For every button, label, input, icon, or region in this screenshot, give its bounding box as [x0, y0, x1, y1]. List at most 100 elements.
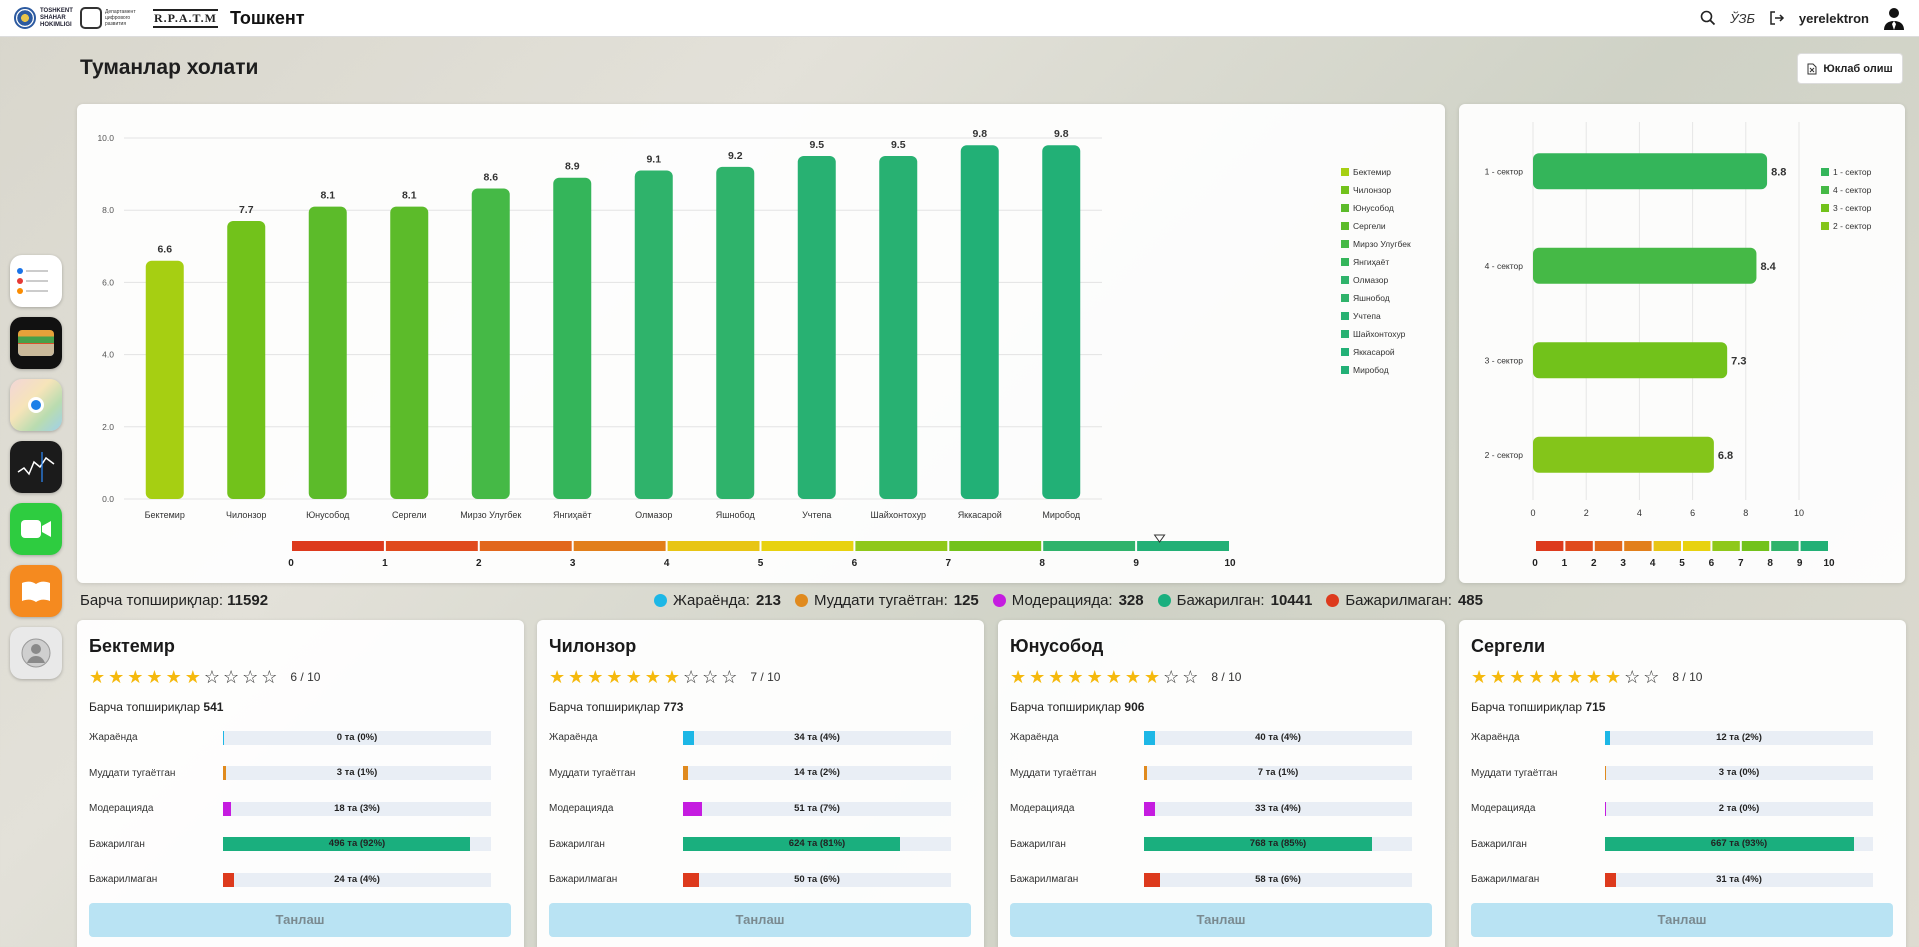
bar-value-label: 9.5 [809, 139, 824, 151]
status-stat: Бажарилмаган: 485 [1326, 592, 1483, 609]
legend-swatch [1341, 168, 1349, 176]
status-stat: Муддати тугаётган: 125 [794, 592, 979, 609]
scale-label: 9 [1797, 558, 1803, 569]
select-district-button[interactable]: Танлаш [1471, 902, 1893, 937]
x-tick-label: Чилонзор [226, 510, 266, 520]
metric-progress-bar: 18 та (3%) [223, 801, 491, 816]
top-right-actions: ЎЗБ yerelektron [1700, 6, 1905, 30]
scale-label: 10 [1224, 558, 1236, 569]
reminders-icon[interactable] [10, 255, 62, 307]
status-label: Жараёнда: [673, 592, 750, 609]
scale-segment [855, 541, 948, 551]
facetime-icon[interactable] [10, 503, 62, 555]
y-tick-label: 6.0 [102, 277, 114, 287]
star-filled-icon: ★ [644, 667, 661, 687]
metric-label: Бажарилган [1471, 838, 1527, 850]
district-tasks-total: Барча топшириқлар 906 [1010, 700, 1433, 714]
scale-label: 0 [288, 558, 294, 569]
legend-label: Олмазор [1353, 275, 1388, 285]
department-logo[interactable]: Департамент цифрового развития [80, 7, 143, 29]
bar [145, 260, 184, 499]
y-tick-label: 2 - сектор [1485, 450, 1524, 460]
district-card: Сергели ★ ★ ★ ★ ★ ★ ★ ★ ☆ ☆ 8 / 10 Барча топшириқлар… [1459, 620, 1906, 947]
ratm-logo[interactable]: R.P.A.T.M [153, 8, 218, 28]
metric-progress-bar: 2 та (0%) [1605, 801, 1873, 816]
metric-row: Муддати тугаётган 14 та (2%) [549, 756, 972, 792]
download-button[interactable]: Юклаб олиш [1797, 53, 1903, 84]
stocks-icon[interactable] [10, 441, 62, 493]
x-tick-label: Сергели [392, 510, 427, 520]
legend-label: 3 - сектор [1833, 203, 1872, 213]
districts-chart-card: 0.0 2.0 4.0 6.0 8.0 10.0 6.6 Бектемир 7.7 Чилонзо… [77, 104, 1445, 583]
scale-segment [1624, 541, 1652, 551]
metric-progress-bar: 3 та (1%) [223, 766, 491, 781]
metric-progress-bar: 14 та (2%) [683, 766, 951, 781]
metric-value: 34 та (4%) [794, 731, 840, 743]
metric-progress-bar: 496 та (92%) [223, 837, 491, 852]
scale-label: 8 [1767, 558, 1773, 569]
wallet-icon[interactable] [10, 317, 62, 369]
scale-label: 5 [758, 558, 764, 569]
metric-row: Модерацияда 51 та (7%) [549, 791, 972, 827]
metric-row: Муддати тугаётган 3 та (0%) [1471, 756, 1894, 792]
logout-icon[interactable] [1769, 10, 1785, 26]
bar [471, 188, 510, 499]
y-tick-label: 0.0 [102, 494, 114, 504]
metric-label: Бажарилмаган [1010, 874, 1079, 886]
total-tasks: Барча топшириқлар: 11592 [80, 592, 268, 609]
bar [390, 206, 429, 499]
star-empty-icon: ☆ [242, 667, 259, 687]
district-tasks-total: Барча топшириқлар 541 [89, 700, 512, 714]
legend-swatch [1341, 366, 1349, 374]
select-district-button[interactable]: Танлаш [89, 902, 511, 937]
scale-segment [761, 541, 854, 551]
star-filled-icon: ★ [165, 667, 182, 687]
maps-icon[interactable] [10, 379, 62, 431]
legend-label: Учтепа [1353, 311, 1381, 321]
status-dot-icon [1326, 594, 1340, 607]
district-name: Чилонзор [549, 636, 637, 656]
district-card: Бектемир ★ ★ ★ ★ ★ ★ ☆ ☆ ☆ ☆ 6 / 10 Барча топшириқла… [77, 620, 524, 947]
legend-swatch [1821, 222, 1829, 230]
metric-progress-bar: 50 та (6%) [683, 872, 951, 887]
tasks-total-value: 715 [1585, 700, 1606, 714]
star-filled-icon: ★ [1490, 667, 1507, 687]
books-icon[interactable] [10, 565, 62, 617]
scale-label: 1 [1562, 558, 1568, 569]
metric-progress-bar: 0 та (0%) [223, 730, 491, 745]
hokimlik-logo[interactable]: TOSHKENT SHAHAR HOKIMLIGI [14, 7, 73, 29]
legend-label: 2 - сектор [1833, 221, 1872, 231]
user-avatar-icon[interactable] [1883, 6, 1905, 30]
metric-row: Бажарилмаган 31 та (4%) [1471, 862, 1894, 898]
contacts-icon[interactable] [10, 627, 62, 679]
x-tick-label: Шайхонтохур [871, 510, 927, 520]
select-district-button[interactable]: Танлаш [1010, 902, 1432, 937]
rating-stars: ★ ★ ★ ★ ★ ★ ☆ ☆ ☆ ☆ 6 / 10 [89, 668, 512, 686]
status-stat: Модерацияда: 328 [992, 592, 1144, 609]
emblem-icon [14, 7, 36, 29]
scale-label: 10 [1823, 558, 1835, 569]
search-icon[interactable] [1700, 10, 1716, 26]
legend-swatch [1341, 186, 1349, 194]
scale-segment [667, 541, 760, 551]
metric-row: Бажарилган 624 та (81%) [549, 827, 972, 863]
scale-segment [1741, 541, 1770, 551]
select-district-button[interactable]: Танлаш [549, 902, 971, 937]
metric-label: Бажарилган [1010, 838, 1066, 850]
metric-row: Модерацияда 33 та (4%) [1010, 791, 1433, 827]
legend-label: Чилонзор [1353, 185, 1391, 195]
legend-label: Яшнобод [1353, 293, 1390, 303]
bar-value-label: 8.4 [1760, 261, 1776, 273]
username[interactable]: yerelektron [1799, 11, 1869, 26]
scale-label: 7 [1738, 558, 1744, 569]
metric-label: Муддати тугаётган [1471, 767, 1558, 779]
scale-label: 2 [1591, 558, 1597, 569]
district-card: Юнусобод ★ ★ ★ ★ ★ ★ ★ ★ ☆ ☆ 8 / 10 Барча топшириқла… [998, 620, 1445, 947]
y-tick-label: 8.0 [102, 205, 114, 215]
star-empty-icon: ☆ [1643, 667, 1660, 687]
status-value: 10441 [1270, 592, 1313, 609]
district-name: Юнусобод [1010, 636, 1104, 656]
metric-value: 624 та (81%) [788, 838, 846, 850]
language-switch[interactable]: ЎЗБ [1730, 11, 1755, 26]
metric-label: Муддати тугаётган [89, 767, 176, 779]
